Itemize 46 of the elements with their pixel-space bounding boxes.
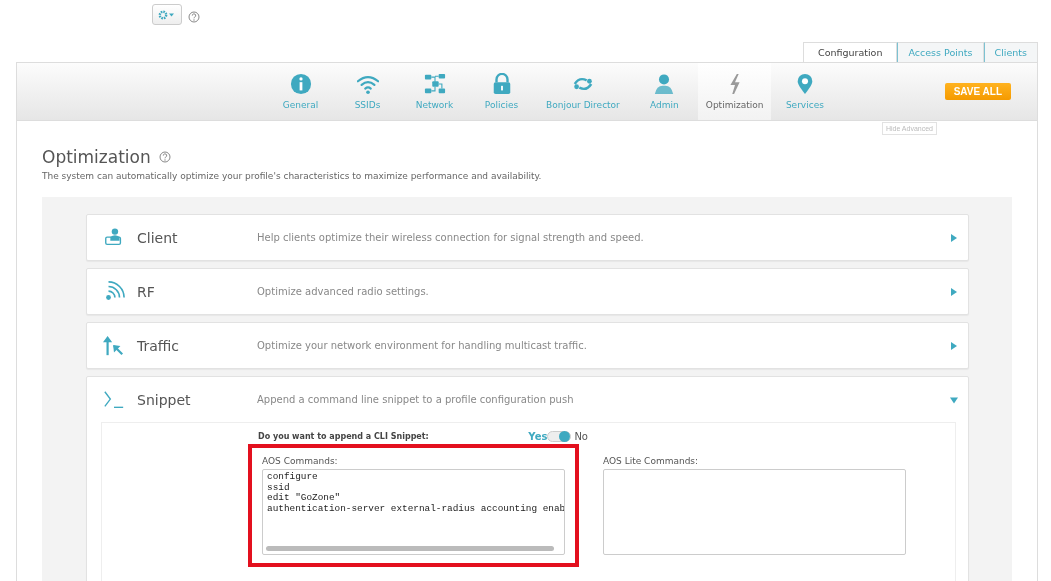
page-description: The system can automatically optimize your profile's characteristics to maximize performance and availability.	[42, 171, 543, 181]
nav-item[interactable]: Optimization	[697, 63, 772, 120]
caret-icon[interactable]	[950, 395, 958, 404]
save-all-button[interactable]: SAVE ALL	[944, 83, 1011, 100]
nav-item[interactable]: Services	[771, 63, 839, 120]
section-description: Optimize advanced radio settings.	[257, 286, 430, 297]
user-icon	[653, 73, 676, 95]
settings-button[interactable]	[152, 4, 182, 25]
caret-icon[interactable]	[950, 287, 958, 296]
section-description: Help clients optimize their wireless connection for signal strength and speed.	[257, 232, 645, 243]
page-title: Optimization	[42, 147, 151, 167]
nav-item[interactable]: Bonjour Director	[535, 63, 631, 120]
help-icon[interactable]	[158, 151, 171, 163]
commands-field[interactable]: configure ssid edit "GoZone" authentication-server external-radius accounting enab	[262, 469, 565, 555]
section-description: Append a command line snippet to a profile configuration push	[257, 394, 575, 405]
caret-icon[interactable]	[950, 341, 958, 350]
nav-item[interactable]: Policies	[468, 63, 535, 120]
scrollbar[interactable]	[266, 546, 554, 551]
no-label: No	[574, 431, 588, 442]
nav-item[interactable]: SSIDs	[334, 63, 401, 120]
network-icon	[423, 73, 446, 95]
help-icon[interactable]	[188, 11, 200, 23]
toggle-switch[interactable]	[547, 431, 572, 442]
caret-icon[interactable]	[950, 233, 958, 242]
nav-item[interactable]: General	[267, 63, 334, 120]
tab[interactable]: Access Points	[897, 42, 984, 62]
section-title[interactable]: Traffic	[137, 337, 257, 354]
tab[interactable]: Clients	[983, 42, 1038, 62]
tab[interactable]: Configuration	[803, 42, 898, 62]
section-description: Optimize your network environment for handling multicast traffic.	[257, 340, 588, 351]
nav-item[interactable]: Network	[401, 63, 468, 120]
info-icon	[289, 73, 312, 95]
signal-icon	[103, 280, 125, 303]
section-title[interactable]: RF	[137, 283, 257, 300]
question-label: Do you want to append a CLI Snippet:	[258, 432, 430, 441]
nav-item[interactable]: Admin	[630, 63, 698, 120]
field-label: AOS Lite Commands:	[603, 456, 700, 466]
field-label: AOS Commands:	[262, 456, 339, 466]
wifi-icon	[356, 73, 379, 95]
arrows-icon	[103, 334, 125, 357]
yes-label: Yes	[528, 431, 548, 442]
section-title[interactable]: Client	[137, 229, 257, 246]
terminal-icon	[103, 388, 125, 411]
commands-field[interactable]	[603, 469, 906, 555]
section-title[interactable]: Snippet	[137, 391, 257, 408]
gear-icon	[158, 9, 176, 20]
